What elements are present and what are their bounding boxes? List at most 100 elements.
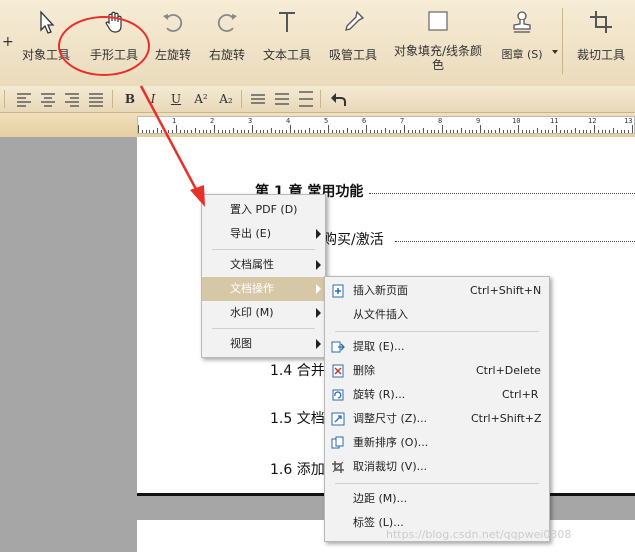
delete-page-icon: [332, 364, 344, 378]
submenu-shortcut: Ctrl+Shift+Z: [471, 412, 542, 425]
ruler-tick: [236, 130, 238, 133]
submenu-item-insert-from-file[interactable]: 从文件插入: [325, 303, 549, 327]
submenu-item-insert-new-page[interactable]: 插入新页面 Ctrl+Shift+N: [325, 279, 549, 303]
ruler-tick: [613, 128, 614, 133]
ruler-tick: [350, 130, 352, 133]
ruler-tick: [400, 130, 402, 133]
ruler-tick: [392, 130, 394, 133]
menu-item-document-properties[interactable]: 文档属性: [202, 253, 325, 277]
uncrop-icon: [332, 461, 344, 473]
submenu-item-rotate[interactable]: 旋转 (R)... Ctrl+R: [325, 383, 549, 407]
ruler-number: 2: [210, 117, 215, 125]
arrow-cursor-icon: [40, 10, 55, 34]
menu-item-watermark[interactable]: 水印 (M): [202, 301, 325, 325]
menu-separator: [335, 331, 539, 332]
line-spacing-2-icon[interactable]: [272, 90, 292, 108]
bold-button[interactable]: B: [120, 90, 140, 108]
ruler-tick: [214, 125, 215, 133]
ruler-tick: [442, 125, 443, 133]
submenu-shortcut: Ctrl+Delete: [476, 364, 541, 377]
text-tool-button[interactable]: 文本工具: [260, 8, 314, 78]
underline-button[interactable]: U: [166, 90, 186, 108]
line-spacing-1-icon[interactable]: [248, 90, 268, 108]
ruler-number: 13: [624, 117, 633, 125]
ruler-tick: [373, 130, 375, 133]
italic-button[interactable]: I: [143, 90, 163, 108]
ruler-tick: [195, 128, 196, 133]
ruler-tick: [358, 130, 360, 133]
crop-tool-button[interactable]: 裁切工具: [574, 8, 628, 78]
ruler-tick: [335, 130, 337, 133]
ruler-tick: [328, 125, 329, 133]
subscript-button[interactable]: A₂: [215, 90, 237, 108]
ruler-number: 7: [400, 117, 405, 125]
submenu-item-delete[interactable]: 删除 Ctrl+Delete: [325, 359, 549, 383]
align-left-icon[interactable]: [14, 90, 34, 108]
submenu-item-label: 删除: [353, 364, 375, 377]
submenu-item-label: 取消裁切 (V)...: [353, 460, 428, 473]
ruler-tick: [552, 130, 554, 133]
ruler-tick: [293, 130, 295, 133]
line-spacing-3-icon[interactable]: [296, 90, 316, 108]
menu-item-view[interactable]: 视图: [202, 332, 325, 356]
ruler-tick: [347, 128, 348, 133]
submenu-arrow-icon: [316, 308, 321, 318]
submenu-item-extract[interactable]: 提取 (E)...: [325, 335, 549, 359]
justify-icon[interactable]: [86, 90, 106, 108]
rotate-left-button[interactable]: 左旋转: [152, 8, 194, 78]
rotate-right-button[interactable]: 右旋转: [206, 8, 248, 78]
submenu-arrow-icon: [316, 339, 321, 349]
fill-color-label-line1: 对象填充/线条颜: [393, 44, 483, 58]
submenu-item-label: 插入新页面: [353, 284, 408, 297]
ruler-tick: [343, 130, 345, 133]
ruler-tick: [407, 130, 409, 133]
ruler-number: 10: [512, 117, 521, 125]
ruler-tick: [423, 128, 424, 133]
rotate-left-label: 左旋转: [154, 48, 191, 62]
menu-separator: [335, 483, 539, 484]
stamp-tool-button[interactable]: 图章 (S): [496, 8, 548, 78]
horizontal-ruler[interactable]: 1 2 3 4 5 6 7 8 9 10 11 12 13: [137, 116, 635, 134]
submenu-item-margins[interactable]: 边距 (M)...: [325, 487, 549, 511]
submenu-item-uncrop[interactable]: 取消裁切 (V)...: [325, 455, 549, 479]
align-right-icon[interactable]: [62, 90, 82, 108]
ruler-tick: [267, 130, 269, 133]
ruler-tick: [369, 130, 371, 133]
ruler-tick: [312, 130, 314, 133]
ruler-tick: [624, 130, 626, 133]
submenu-item-resize[interactable]: 调整尺寸 (Z)... Ctrl+Shift+Z: [325, 407, 549, 431]
ruler-tick: [533, 130, 535, 133]
menu-item-label: 水印 (M): [230, 306, 274, 319]
stamp-dropdown-arrow-icon[interactable]: [552, 50, 558, 54]
ruler-tick: [590, 130, 592, 133]
format-separator: [241, 90, 242, 108]
ruler-tick: [176, 125, 177, 133]
ruler-tick: [518, 125, 519, 133]
menu-item-label: 置入 PDF (D): [230, 203, 298, 216]
submenu-arrow-icon: [316, 260, 321, 270]
fill-color-button[interactable]: 对象填充/线条颜色: [392, 8, 484, 78]
ruler-tick: [476, 130, 478, 133]
menu-item-place-pdf[interactable]: 置入 PDF (D): [202, 198, 325, 222]
ruler-tick: [145, 130, 147, 133]
ruler-tick: [548, 130, 550, 133]
undo-arrow-icon[interactable]: [328, 90, 348, 108]
ruler-tick: [495, 130, 497, 133]
toolbar-overflow-icon[interactable]: +: [2, 34, 14, 50]
ruler-tick: [480, 125, 481, 133]
ruler-tick: [472, 130, 474, 133]
eyedropper-tool-button[interactable]: 吸管工具: [326, 8, 380, 78]
align-center-icon[interactable]: [38, 90, 58, 108]
submenu-item-reorder[interactable]: 重新排序 (O)...: [325, 431, 549, 455]
submenu-arrow-icon: [316, 284, 321, 294]
ruler-tick: [225, 130, 227, 133]
ruler-tick: [138, 125, 139, 133]
submenu-item-label: 提取 (E)...: [353, 340, 405, 353]
menu-item-export[interactable]: 导出 (E): [202, 222, 325, 246]
ruler-number: 12: [588, 117, 597, 125]
ruler-tick: [620, 130, 622, 133]
menu-item-document-operations[interactable]: 文档操作: [202, 277, 325, 301]
ruler-tick: [324, 130, 326, 133]
superscript-button[interactable]: A²: [190, 90, 212, 108]
ruler-tick: [464, 130, 466, 133]
